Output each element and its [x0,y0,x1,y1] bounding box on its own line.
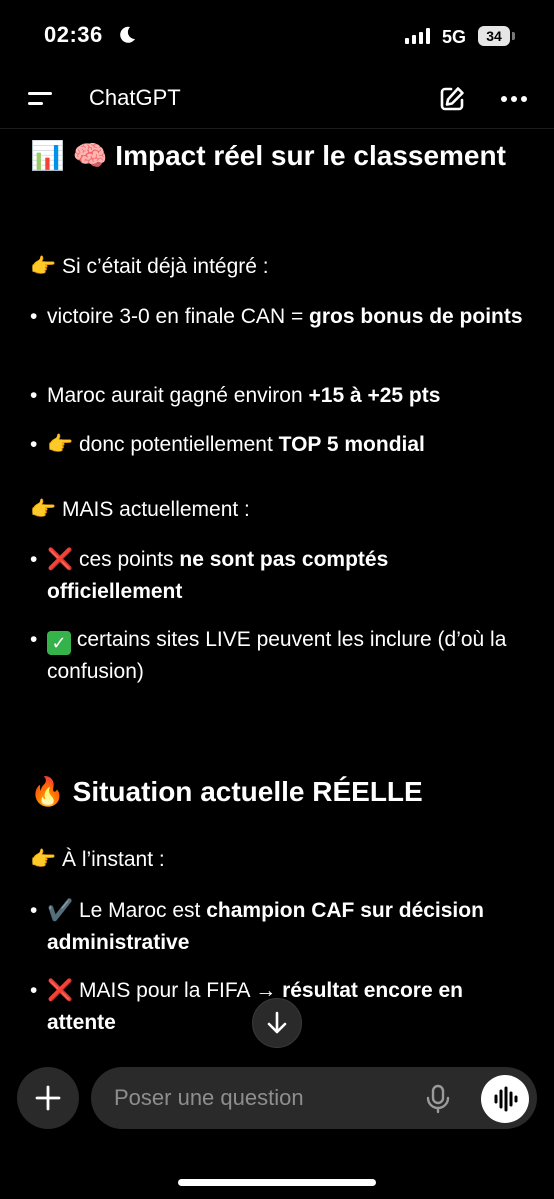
signal-icon [405,28,430,44]
intro-paragraph: 👉 Si c’était déjà intégré : [30,255,269,278]
message-input-placeholder: Poser une question [114,1085,304,1110]
heading-text: 🔥 Situation actuelle RÉELLE [30,776,423,807]
section-heading-situation: 🔥 Situation actuelle RÉELLE [30,771,530,813]
more-options-icon[interactable] [499,86,529,112]
cross-mark-icon: ❌ [47,979,74,1002]
menu-icon[interactable] [26,88,54,110]
list-item: • Maroc aurait gagné environ +15 à +25 p… [30,384,441,407]
moon-icon [120,26,135,43]
app-title: ChatGPT [89,85,181,110]
intro-paragraph: 👉 À l’instant : [30,848,165,871]
battery-icon: 34 [478,26,510,46]
check-mark-icon: ✔️ [47,899,74,922]
list-item: • 👉 donc potentiellement TOP 5 mondial [30,433,425,456]
new-chat-icon[interactable] [437,84,467,114]
home-indicator [178,1179,376,1186]
plus-icon [35,1085,61,1111]
app-header: ChatGPT [0,70,554,129]
waveform-icon [494,1086,518,1112]
microphone-icon[interactable] [424,1084,452,1114]
section-heading-impact: 📊 🧠 Impact réel sur le classement [30,135,530,177]
list-item: • victoire 3-0 en finale CAN = gros bonu… [30,305,523,328]
network-type: 5G [442,27,467,47]
heading-text: 📊 🧠 Impact réel sur le classement [30,140,506,171]
list-item: • ✓ certains sites LIVE peuvent les incl… [30,628,507,683]
status-time: 02:36 [44,22,103,47]
list-item: • ✔️ Le Maroc est champion CAF sur décis… [30,899,484,954]
composer: Poser une question [0,1062,554,1199]
arrow-down-icon [267,1011,287,1034]
chat-message: 📊 🧠 Impact réel sur le classement 👉 Si c… [0,130,554,1062]
message-input[interactable]: Poser une question [91,1067,537,1129]
status-bar: 02:36 5G 34 [0,0,554,70]
scroll-down-button[interactable] [252,998,302,1048]
voice-mode-button[interactable] [481,1075,529,1123]
cross-mark-icon: ❌ [47,548,74,571]
check-mark-icon: ✓ [47,631,71,655]
list-item: • ❌ ces points ne sont pas comptés offic… [30,548,389,603]
add-attachment-button[interactable] [17,1067,79,1129]
battery-tip [512,32,515,40]
intro-paragraph: 👉 MAIS actuellement : [30,498,250,521]
